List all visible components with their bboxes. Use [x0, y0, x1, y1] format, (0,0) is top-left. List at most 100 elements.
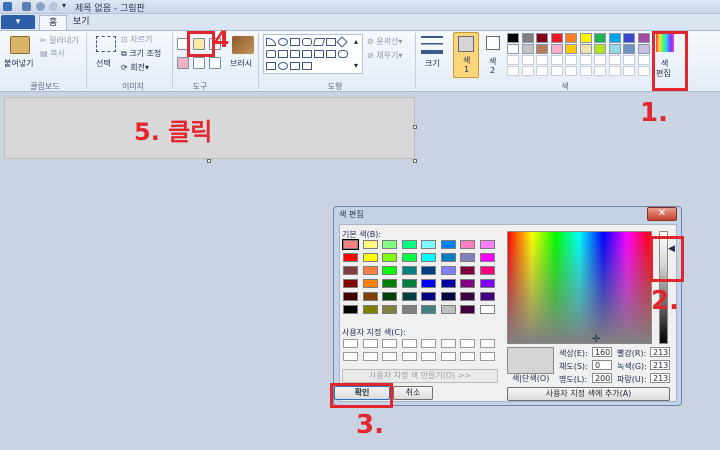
- basic-color-swatch[interactable]: [440, 240, 456, 249]
- basic-color-swatch[interactable]: [460, 253, 475, 262]
- oval-shape-icon[interactable]: [278, 38, 288, 46]
- palette-color-swatch[interactable]: [623, 44, 635, 54]
- basic-color-swatch[interactable]: [460, 266, 475, 275]
- add-to-custom-colors-button[interactable]: 사용자 지정 색에 추가(A): [507, 387, 670, 401]
- basic-color-swatch[interactable]: [440, 266, 456, 275]
- basic-color-swatch[interactable]: [401, 305, 417, 314]
- basic-color-swatch[interactable]: [460, 240, 475, 249]
- palette-color-swatch[interactable]: [594, 44, 606, 54]
- green-field[interactable]: 213: [650, 360, 670, 370]
- basic-color-swatch[interactable]: [479, 266, 495, 275]
- basic-color-swatch[interactable]: [382, 266, 397, 275]
- pentagon-shape-icon[interactable]: [266, 50, 276, 58]
- basic-color-swatch[interactable]: [440, 279, 456, 288]
- palette-empty-swatch[interactable]: [579, 55, 592, 65]
- lightning-shape-icon[interactable]: [302, 62, 312, 70]
- palette-empty-swatch[interactable]: [623, 55, 635, 65]
- basic-color-swatch[interactable]: [460, 279, 475, 288]
- resize-handle-corner[interactable]: [413, 159, 417, 163]
- custom-color-swatch[interactable]: [421, 352, 436, 361]
- color-picker-icon[interactable]: [193, 57, 205, 69]
- hexagon-shape-icon[interactable]: [278, 50, 288, 58]
- fill-button[interactable]: ⊘ 채우기▾: [367, 50, 402, 61]
- paste-button[interactable]: 붙여넣기: [4, 58, 33, 69]
- size-icon[interactable]: [421, 36, 443, 54]
- palette-color-swatch[interactable]: [565, 33, 577, 43]
- palette-color-swatch[interactable]: [579, 33, 592, 43]
- basic-color-swatch[interactable]: [401, 266, 417, 275]
- basic-color-swatch[interactable]: [343, 279, 358, 288]
- select-button[interactable]: 선택: [96, 58, 111, 69]
- basic-color-swatch[interactable]: [440, 305, 456, 314]
- basic-color-swatch[interactable]: [421, 253, 436, 262]
- outline-button[interactable]: ⊘ 윤곽선▾: [367, 36, 402, 47]
- tab-view[interactable]: 보기: [64, 15, 99, 31]
- palette-color-swatch[interactable]: [594, 33, 606, 43]
- color1-button[interactable]: 색 1: [453, 32, 479, 78]
- palette-empty-swatch[interactable]: [594, 66, 606, 76]
- custom-color-swatch[interactable]: [401, 339, 417, 348]
- palette-empty-swatch[interactable]: [536, 55, 548, 65]
- triangle-shape-icon[interactable]: [326, 38, 336, 46]
- palette-empty-swatch[interactable]: [608, 66, 621, 76]
- palette-empty-swatch[interactable]: [521, 66, 534, 76]
- undo-icon[interactable]: [36, 2, 45, 11]
- palette-empty-swatch[interactable]: [565, 55, 577, 65]
- palette-color-swatch[interactable]: [521, 33, 534, 43]
- custom-color-swatch[interactable]: [401, 352, 417, 361]
- palette-color-swatch[interactable]: [550, 33, 563, 43]
- paste-icon[interactable]: [10, 36, 30, 54]
- palette-empty-swatch[interactable]: [536, 66, 548, 76]
- custom-color-swatch[interactable]: [421, 339, 436, 348]
- palette-empty-swatch[interactable]: [565, 66, 577, 76]
- lum-field[interactable]: 200: [592, 373, 612, 383]
- rounded-rect-shape-icon[interactable]: [302, 38, 312, 46]
- arrow-right-shape-icon[interactable]: [290, 50, 300, 58]
- basic-color-swatch[interactable]: [460, 305, 475, 314]
- basic-color-swatch[interactable]: [343, 253, 358, 262]
- basic-color-swatch[interactable]: [421, 240, 436, 249]
- color-spectrum[interactable]: [507, 231, 652, 344]
- arrow-up-shape-icon[interactable]: [314, 50, 324, 58]
- basic-color-swatch[interactable]: [401, 240, 417, 249]
- rectangle-shape-icon[interactable]: [290, 38, 300, 46]
- basic-color-swatch[interactable]: [421, 266, 436, 275]
- basic-color-swatch[interactable]: [362, 292, 378, 301]
- basic-color-swatch[interactable]: [401, 292, 417, 301]
- arrow-down-shape-icon[interactable]: [326, 50, 336, 58]
- basic-color-swatch[interactable]: [479, 240, 495, 249]
- blue-field[interactable]: 213: [650, 373, 670, 383]
- basic-color-swatch[interactable]: [479, 305, 495, 314]
- palette-color-swatch[interactable]: [608, 33, 621, 43]
- palette-color-swatch[interactable]: [507, 44, 519, 54]
- resize-handle-right[interactable]: [413, 125, 417, 129]
- gallery-scroll-up-icon[interactable]: ▴: [354, 37, 358, 46]
- basic-color-swatch[interactable]: [479, 253, 495, 262]
- basic-color-swatch[interactable]: [440, 253, 456, 262]
- palette-color-swatch[interactable]: [550, 44, 563, 54]
- basic-color-swatch[interactable]: [343, 266, 358, 275]
- basic-color-swatch[interactable]: [343, 305, 358, 314]
- basic-color-swatch[interactable]: [382, 305, 397, 314]
- basic-color-swatch[interactable]: [362, 253, 378, 262]
- custom-color-swatch[interactable]: [479, 339, 495, 348]
- eraser-icon[interactable]: [177, 57, 189, 69]
- palette-empty-swatch[interactable]: [521, 55, 534, 65]
- palette-empty-swatch[interactable]: [637, 55, 650, 65]
- basic-color-swatch[interactable]: [362, 279, 378, 288]
- palette-color-swatch[interactable]: [565, 44, 577, 54]
- file-menu-button[interactable]: ▾: [1, 15, 35, 29]
- custom-color-swatch[interactable]: [460, 339, 475, 348]
- basic-color-swatch[interactable]: [421, 279, 436, 288]
- custom-color-swatch[interactable]: [479, 352, 495, 361]
- palette-color-swatch[interactable]: [507, 33, 519, 43]
- custom-color-swatch[interactable]: [343, 352, 358, 361]
- cancel-button[interactable]: 취소: [393, 386, 433, 400]
- arrow-left-shape-icon[interactable]: [302, 50, 312, 58]
- custom-color-swatch[interactable]: [382, 339, 397, 348]
- custom-color-swatch[interactable]: [382, 352, 397, 361]
- palette-color-swatch[interactable]: [536, 44, 548, 54]
- palette-empty-swatch[interactable]: [608, 55, 621, 65]
- basic-color-swatch[interactable]: [382, 240, 397, 249]
- basic-color-swatch[interactable]: [440, 292, 456, 301]
